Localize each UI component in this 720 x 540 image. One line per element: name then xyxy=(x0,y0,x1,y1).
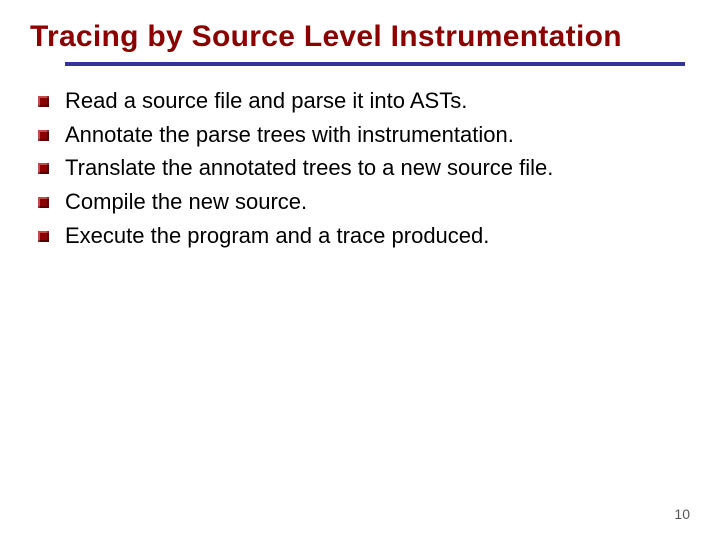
title-divider xyxy=(65,62,685,66)
list-item: Execute the program and a trace produced… xyxy=(38,221,690,251)
bullet-text: Read a source file and parse it into AST… xyxy=(65,86,690,116)
list-item: Translate the annotated trees to a new s… xyxy=(38,153,690,183)
slide-title: Tracing by Source Level Instrumentation xyxy=(30,20,690,54)
slide-container: Tracing by Source Level Instrumentation … xyxy=(0,0,720,250)
bullet-text: Translate the annotated trees to a new s… xyxy=(65,153,690,183)
list-item: Read a source file and parse it into AST… xyxy=(38,86,690,116)
bullet-text: Execute the program and a trace produced… xyxy=(65,221,690,251)
page-number: 10 xyxy=(674,506,690,522)
list-item: Compile the new source. xyxy=(38,187,690,217)
bullet-icon xyxy=(38,231,49,242)
bullet-icon xyxy=(38,96,49,107)
bullet-icon xyxy=(38,163,49,174)
bullet-text: Compile the new source. xyxy=(65,187,690,217)
bullet-text: Annotate the parse trees with instrument… xyxy=(65,120,690,150)
list-item: Annotate the parse trees with instrument… xyxy=(38,120,690,150)
bullet-icon xyxy=(38,197,49,208)
bullet-list: Read a source file and parse it into AST… xyxy=(30,86,690,250)
bullet-icon xyxy=(38,130,49,141)
